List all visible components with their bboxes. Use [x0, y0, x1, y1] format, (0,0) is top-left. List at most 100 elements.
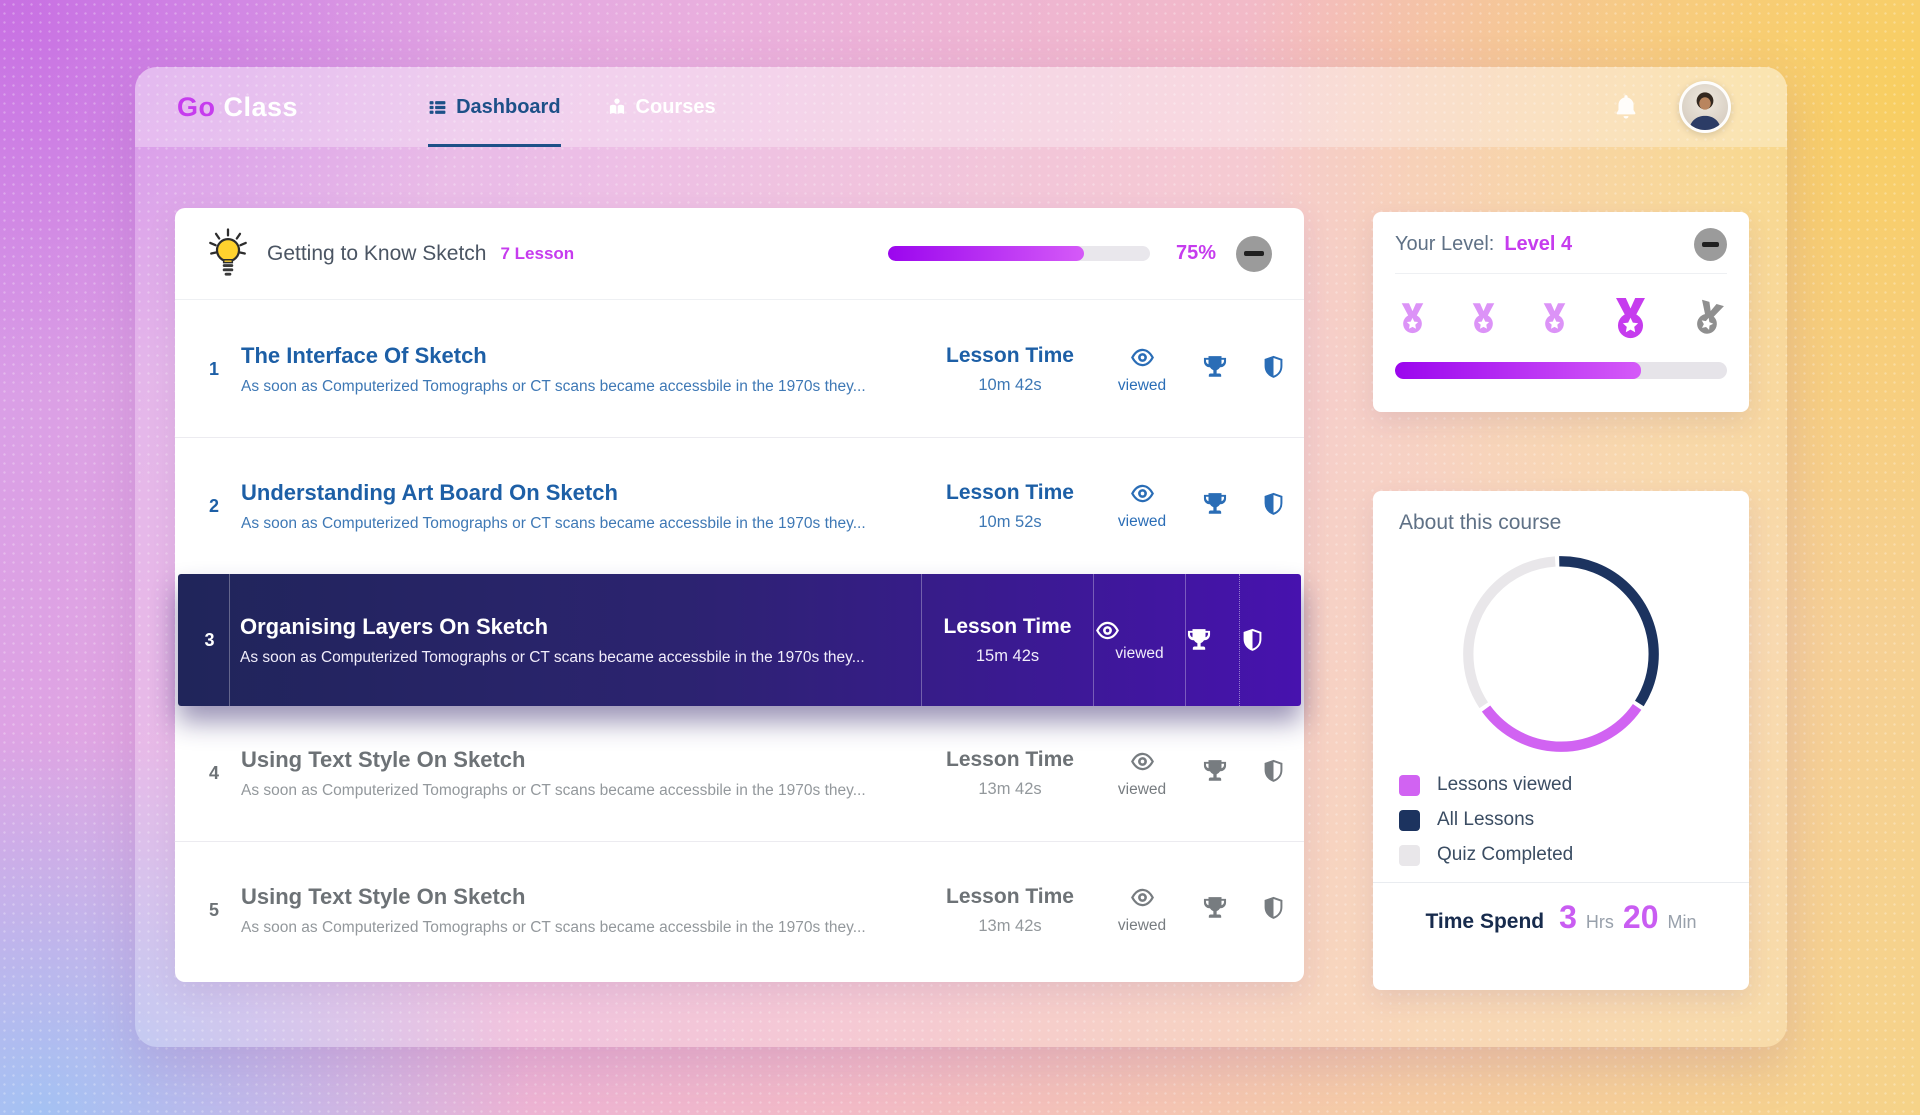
eye-icon[interactable] — [1129, 345, 1156, 370]
time-spend-label: Time Spend — [1425, 910, 1545, 933]
time-spend-hours-unit: Hrs — [1585, 912, 1614, 932]
your-level-label: Your Level: — [1395, 233, 1495, 255]
lightbulb-icon — [205, 228, 251, 280]
level-progress-bar — [1395, 362, 1727, 379]
legend-item-quiz-completed: Quiz Completed — [1399, 844, 1723, 866]
app-logo[interactable]: Go Class — [177, 92, 298, 123]
trophy-icon[interactable] — [1202, 354, 1228, 380]
lesson-title: Organising Layers On Sketch — [240, 613, 549, 639]
lesson-time-label: Lesson Time — [946, 344, 1074, 367]
lesson-title: Using Text Style On Sketch — [241, 747, 526, 772]
lesson-description: As soon as Computerized Tomographs or CT… — [241, 514, 866, 532]
eye-icon[interactable] — [1129, 885, 1156, 910]
tab-dashboard-label: Dashboard — [456, 95, 561, 118]
trophy-icon[interactable] — [1202, 491, 1228, 517]
about-course-card: About this course Lessons viewed All Les… — [1373, 491, 1749, 990]
medal-icon-level-3 — [1537, 301, 1572, 336]
shield-icon[interactable] — [1261, 491, 1286, 517]
collapse-level-button[interactable] — [1694, 228, 1727, 261]
viewed-label: viewed — [1117, 917, 1167, 934]
course-lessons-card: Getting to Know Sketch 7 Lesson 75% 1 Th… — [175, 208, 1304, 982]
course-progress-bar — [887, 246, 1150, 261]
lesson-row-5[interactable]: 5 Using Text Style On Sketch As soon as … — [175, 842, 1304, 978]
lesson-row-4[interactable]: 4 Using Text Style On Sketch As soon as … — [175, 706, 1304, 842]
eye-icon[interactable] — [1129, 481, 1156, 506]
course-progress-percent: 75% — [1175, 242, 1216, 264]
user-avatar[interactable] — [1679, 81, 1731, 133]
lesson-row-3-active[interactable]: 3 Organising Layers On Sketch As soon as… — [178, 574, 1301, 706]
legend-item-all-lessons: All Lessons — [1399, 809, 1723, 831]
shield-icon[interactable] — [1261, 758, 1286, 784]
lesson-description: As soon as Computerized Tomographs or CT… — [241, 918, 866, 936]
lesson-description: As soon as Computerized Tomographs or CT… — [241, 782, 866, 799]
time-spend-minutes: 20 — [1622, 899, 1659, 935]
course-header: Getting to Know Sketch 7 Lesson 75% — [175, 208, 1304, 300]
tab-courses[interactable]: Courses — [607, 67, 716, 147]
course-lesson-count: 7 Lesson — [500, 243, 575, 263]
viewed-label: viewed — [1117, 513, 1167, 530]
tab-dashboard[interactable]: Dashboard — [428, 67, 561, 147]
lesson-number: 2 — [208, 495, 219, 516]
lesson-time-value: 10m 52s — [978, 512, 1042, 531]
medal-icon-level-1 — [1395, 301, 1430, 336]
lesson-time-label: Lesson Time — [946, 884, 1074, 908]
lesson-list: 1 The Interface Of Sketch As soon as Com… — [175, 300, 1304, 982]
lesson-number: 3 — [190, 574, 230, 706]
course-title: Getting to Know Sketch — [267, 241, 487, 265]
lesson-number: 5 — [208, 899, 219, 920]
trophy-icon[interactable] — [1186, 627, 1212, 653]
course-donut-chart — [1458, 551, 1664, 762]
lesson-row-1[interactable]: 1 The Interface Of Sketch As soon as Com… — [175, 302, 1304, 438]
medal-icon-level-2 — [1466, 301, 1501, 336]
lesson-time-value: 13m 42s — [978, 916, 1042, 935]
courses-icon — [607, 97, 627, 117]
viewed-label: viewed — [1117, 780, 1167, 798]
medal-icon-level-4-current — [1607, 295, 1654, 342]
donut-legend: Lessons viewed All Lessons Quiz Complete… — [1399, 774, 1723, 866]
legend-swatch — [1399, 809, 1420, 831]
tab-courses-label: Courses — [635, 95, 716, 118]
main-glass-panel: Go Class Dashboard Courses Getting to Kn… — [135, 67, 1787, 1047]
collapse-course-button[interactable] — [1236, 235, 1272, 272]
viewed-label: viewed — [1117, 376, 1167, 394]
level-progress-fill — [1395, 362, 1641, 379]
dashboard-list-icon — [428, 98, 447, 117]
your-level-value: Level 4 — [1504, 233, 1573, 255]
lesson-time-label: Lesson Time — [943, 614, 1072, 638]
shield-icon[interactable] — [1240, 627, 1265, 653]
level-medals — [1395, 290, 1727, 346]
lesson-title: Using Text Style On Sketch — [241, 883, 526, 909]
lesson-description: As soon as Computerized Tomographs or CT… — [241, 378, 866, 395]
about-card-title: About this course — [1399, 511, 1562, 534]
top-navbar: Go Class Dashboard Courses — [135, 67, 1787, 147]
bell-icon[interactable] — [1613, 93, 1639, 121]
eye-icon[interactable] — [1094, 618, 1121, 643]
legend-swatch — [1399, 844, 1420, 866]
lesson-title: The Interface Of Sketch — [241, 343, 487, 368]
your-level-card: Your Level: Level 4 — [1373, 212, 1749, 412]
viewed-label: viewed — [1115, 644, 1164, 662]
time-spend-hours: 3 — [1559, 899, 1577, 935]
logo-class: Class — [223, 91, 299, 122]
lesson-time-value: 15m 42s — [975, 646, 1040, 665]
legend-swatch — [1399, 774, 1420, 796]
medal-icon-level-5-locked — [1686, 295, 1732, 341]
course-progress-fill — [887, 246, 1085, 261]
avatar-person-icon — [1682, 84, 1728, 130]
nav-tabs: Dashboard Courses — [428, 67, 716, 147]
lesson-description: As soon as Computerized Tomographs or CT… — [240, 648, 865, 666]
shield-icon[interactable] — [1261, 354, 1286, 380]
lesson-number: 1 — [208, 359, 219, 379]
logo-go: Go — [177, 91, 216, 122]
eye-icon[interactable] — [1129, 749, 1156, 774]
trophy-icon[interactable] — [1202, 895, 1228, 921]
lesson-time-label: Lesson Time — [946, 748, 1074, 771]
lesson-time-value: 13m 42s — [978, 780, 1042, 798]
legend-item-lessons-viewed: Lessons viewed — [1399, 774, 1723, 796]
time-spend-row: Time Spend 3 Hrs 20 Min — [1399, 883, 1723, 936]
lesson-time-value: 10m 42s — [978, 376, 1042, 394]
lesson-row-2[interactable]: 2 Understanding Art Board On Sketch As s… — [175, 438, 1304, 574]
trophy-icon[interactable] — [1202, 758, 1228, 784]
shield-icon[interactable] — [1261, 895, 1286, 921]
time-spend-minutes-unit: Min — [1667, 912, 1697, 932]
